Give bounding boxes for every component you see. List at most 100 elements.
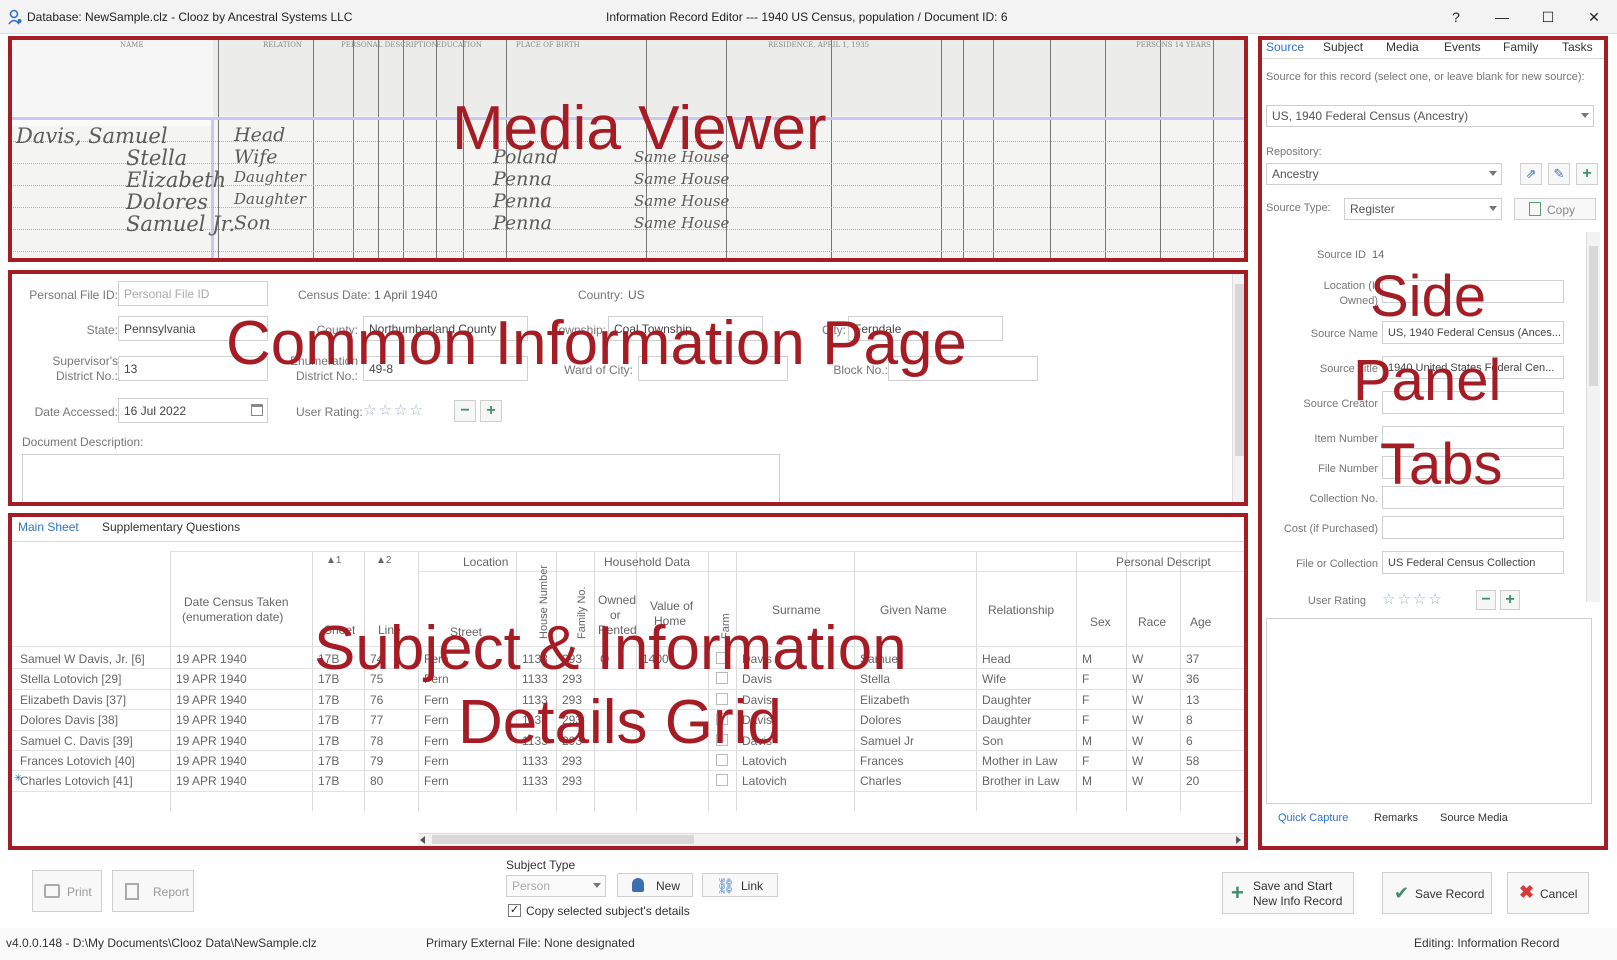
date-accessed-input[interactable]: 16 Jul 2022	[118, 398, 268, 423]
cell-family[interactable]: 293	[562, 734, 592, 748]
source-type-select[interactable]: Register	[1344, 198, 1502, 220]
cell-street[interactable]: Fern	[424, 652, 514, 666]
township-input[interactable]: Coal Township	[608, 316, 763, 341]
cell-sheet[interactable]: 17B	[318, 713, 362, 727]
header-family-no[interactable]: Family No.	[576, 586, 588, 639]
header-date-line1[interactable]: Date Census Taken	[184, 595, 289, 609]
farm-checkbox[interactable]	[716, 672, 728, 684]
farm-checkbox[interactable]	[716, 734, 728, 746]
cell-sex[interactable]: F	[1082, 693, 1124, 707]
cell-given[interactable]: Charles	[860, 774, 974, 788]
link-subject-button[interactable]: ⛓ Link	[702, 873, 778, 897]
tab-supplementary-questions[interactable]: Supplementary Questions	[102, 520, 240, 534]
cell-sex[interactable]: M	[1082, 652, 1124, 666]
cell-line[interactable]: 80	[370, 774, 416, 788]
cell-date[interactable]: 19 APR 1940	[176, 652, 310, 666]
source-title-input[interactable]: 1940 United States Federal Cen...	[1382, 356, 1564, 379]
tab-events[interactable]: Events	[1444, 40, 1481, 54]
cell-race[interactable]: W	[1132, 652, 1178, 666]
cell-date[interactable]: 19 APR 1940	[176, 672, 310, 686]
cell-relationship[interactable]: Daughter	[982, 713, 1074, 727]
cell-family[interactable]: 293	[562, 713, 592, 727]
cell-sex[interactable]: M	[1082, 774, 1124, 788]
source-name-input[interactable]: US, 1940 Federal Census (Ances...	[1382, 321, 1564, 344]
cell-relationship[interactable]: Wife	[982, 672, 1074, 686]
county-input[interactable]: Northumberland County	[363, 316, 528, 341]
cell-race[interactable]: W	[1132, 734, 1178, 748]
cell-sheet[interactable]: 17B	[318, 652, 362, 666]
scroll-left-arrow-icon[interactable]	[420, 836, 425, 844]
close-window-button[interactable]: ✕	[1571, 0, 1617, 34]
maximize-button[interactable]: ☐	[1525, 0, 1571, 34]
farm-checkbox[interactable]	[716, 713, 728, 725]
cell-line[interactable]: 79	[370, 754, 416, 768]
cell-owned[interactable]: O	[600, 652, 634, 666]
common-info-scrollbar[interactable]	[1232, 270, 1246, 506]
minimize-button[interactable]: —	[1479, 0, 1525, 34]
tab-family[interactable]: Family	[1503, 40, 1538, 54]
save-and-start-new-button[interactable]: + Save and Start New Info Record	[1222, 872, 1354, 914]
cell-sheet[interactable]: 17B	[318, 693, 362, 707]
cell-sex[interactable]: F	[1082, 754, 1124, 768]
cost-input[interactable]	[1382, 516, 1564, 539]
side-fields-scrollbar[interactable]	[1586, 232, 1600, 602]
rating-decrease-button[interactable]: −	[454, 400, 476, 422]
cell-street[interactable]: Fern	[424, 672, 514, 686]
cell-sheet[interactable]: 17B	[318, 774, 362, 788]
calendar-icon[interactable]	[251, 404, 263, 416]
cell-value[interactable]: 1400	[642, 652, 706, 666]
cell-family[interactable]: 293	[562, 672, 592, 686]
cell-race[interactable]: W	[1132, 693, 1178, 707]
cell-house[interactable]: 1133	[522, 693, 554, 707]
cell-age[interactable]: 58	[1186, 754, 1246, 768]
cell-relationship[interactable]: Son	[982, 734, 1074, 748]
cell-age[interactable]: 36	[1186, 672, 1246, 686]
tab-remarks[interactable]: Remarks	[1374, 812, 1418, 824]
header-date-line2[interactable]: (enumeration date)	[182, 610, 283, 624]
cell-surname[interactable]: Davis	[742, 713, 852, 727]
rating-increase-button[interactable]: +	[480, 400, 502, 422]
cell-street[interactable]: Fern	[424, 774, 514, 788]
header-sheet[interactable]: Sheet	[324, 623, 355, 637]
cell-surname[interactable]: Davis	[742, 672, 852, 686]
city-input[interactable]: Ferndale	[848, 316, 1003, 341]
side-rating-increase-button[interactable]: +	[1500, 590, 1520, 610]
source-creator-input[interactable]	[1382, 391, 1564, 414]
sort-sheet-indicator[interactable]: ▲1	[326, 555, 341, 566]
cell-surname[interactable]: Latovich	[742, 754, 852, 768]
cell-date[interactable]: 19 APR 1940	[176, 734, 310, 748]
header-farm[interactable]: Farm	[720, 613, 732, 639]
cell-given[interactable]: Samuel	[860, 652, 974, 666]
file-or-collection-input[interactable]: US Federal Census Collection	[1382, 551, 1564, 574]
scroll-thumb[interactable]	[432, 835, 694, 844]
cell-line[interactable]: 74	[370, 652, 416, 666]
header-street[interactable]: Street	[450, 625, 482, 639]
cell-given[interactable]: Samuel Jr	[860, 734, 974, 748]
header-race[interactable]: Race	[1138, 615, 1166, 629]
tab-media[interactable]: Media	[1386, 40, 1419, 54]
cell-date[interactable]: 19 APR 1940	[176, 754, 310, 768]
farm-checkbox[interactable]	[716, 774, 728, 786]
cell-sheet[interactable]: 17B	[318, 754, 362, 768]
copy-details-checkbox[interactable]: ✓	[508, 904, 521, 917]
item-number-input[interactable]	[1382, 426, 1564, 449]
tab-main-sheet[interactable]: Main Sheet	[18, 520, 79, 534]
help-button[interactable]: ?	[1433, 0, 1479, 34]
cell-surname[interactable]: Davis	[742, 734, 852, 748]
cell-age[interactable]: 6	[1186, 734, 1246, 748]
header-line[interactable]: Line	[378, 623, 401, 637]
tab-quick-capture[interactable]: Quick Capture	[1278, 812, 1348, 824]
save-record-button[interactable]: ✔ Save Record	[1382, 872, 1492, 914]
cell-surname[interactable]: Latovich	[742, 774, 852, 788]
tab-source[interactable]: Source	[1266, 40, 1304, 54]
state-input[interactable]: Pennsylvania	[118, 316, 268, 341]
cell-sheet[interactable]: 17B	[318, 734, 362, 748]
edit-pencil-icon[interactable]: ✎	[1548, 163, 1570, 185]
tab-source-media[interactable]: Source Media	[1440, 812, 1508, 824]
cell-age[interactable]: 13	[1186, 693, 1246, 707]
cell-house[interactable]: 1133	[522, 734, 554, 748]
header-value-line1[interactable]: Value of	[650, 599, 693, 613]
cell-street[interactable]: Fern	[424, 693, 514, 707]
repository-select[interactable]: Ancestry	[1266, 163, 1502, 185]
cell-street[interactable]: Fern	[424, 734, 514, 748]
